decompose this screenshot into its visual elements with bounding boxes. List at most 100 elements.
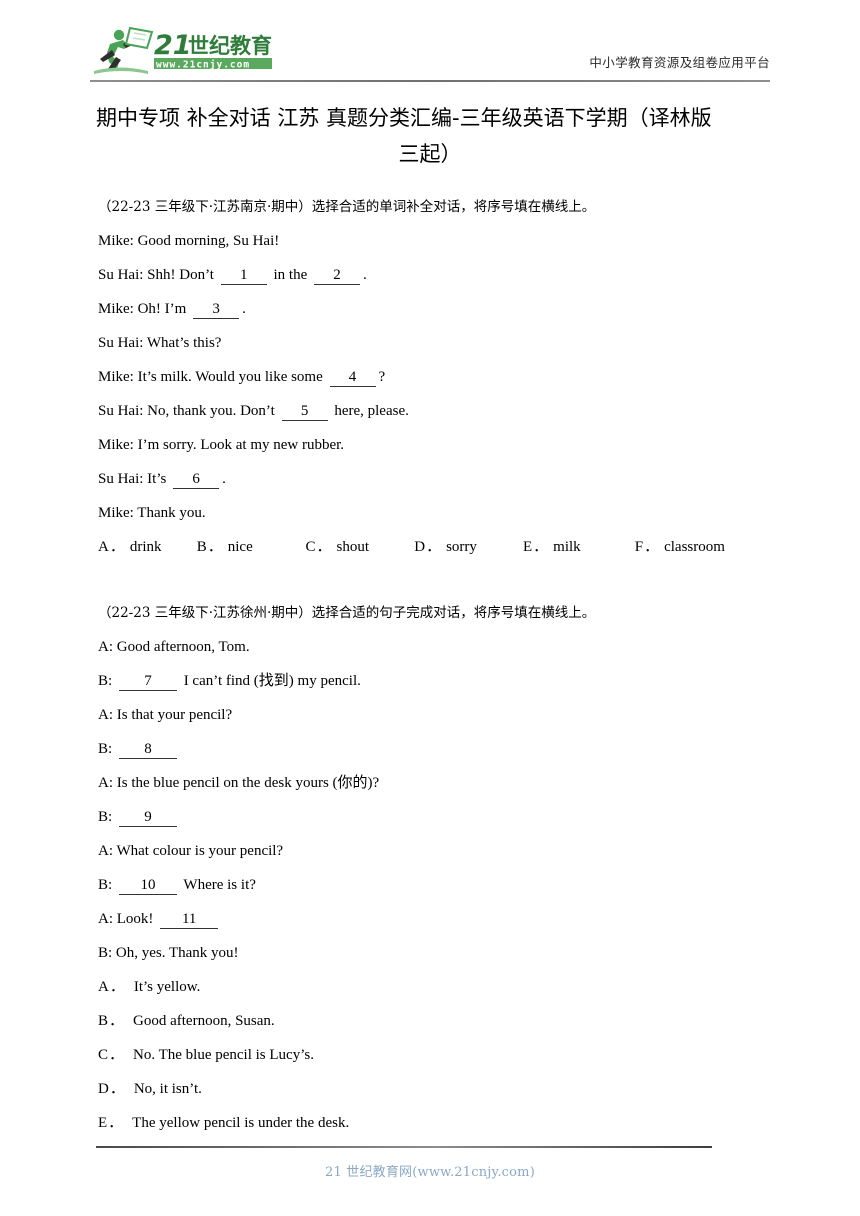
- dialogue-text: here, please.: [334, 403, 409, 419]
- logo-wordmark: 21 世纪教育: [154, 30, 272, 61]
- dialogue-text: .: [242, 301, 246, 317]
- dialogue-line: A: Is that your pencil?: [98, 698, 770, 732]
- svg-text:www.21cnjy.com: www.21cnjy.com: [156, 60, 250, 71]
- site-logo: 21 世纪教育 www.21cnjy.com: [90, 24, 300, 76]
- blank-3[interactable]: 3: [193, 301, 240, 319]
- header-tagline: 中小学教育资源及组卷应用平台: [589, 55, 770, 70]
- option-e[interactable]: E． The yellow pencil is under the desk.: [98, 1106, 770, 1140]
- option-f[interactable]: F． classroom: [635, 530, 725, 564]
- page-title: 期中专项 补全对话 江苏 真题分类汇编-三年级英语下学期（译林版 三起）: [96, 100, 764, 172]
- document-content: （22-23 三年级下·江苏南京·期中）选择合适的单词补全对话，将序号填在横线上…: [98, 190, 770, 1140]
- option-value: Good afternoon, Susan.: [133, 1013, 275, 1029]
- dialogue-line: Su Hai: Shh! Don’t 1 in the 2.: [98, 258, 770, 292]
- option-e[interactable]: E． milk: [523, 530, 631, 564]
- blank-5[interactable]: 5: [281, 403, 328, 421]
- dialogue-text: Mike: It’s milk. Would you like some: [98, 369, 323, 385]
- dialogue-text: B:: [98, 741, 113, 757]
- dialogue-line: Mike: Oh! I’m 3.: [98, 292, 770, 326]
- dialogue-text: Su Hai: What’s this?: [98, 335, 222, 351]
- dialogue-line: B: 9: [98, 800, 770, 834]
- svg-text:21: 21: [154, 30, 192, 61]
- option-b[interactable]: B． Good afternoon, Susan.: [98, 1004, 770, 1038]
- dialogue-text: A: What colour is your pencil?: [98, 843, 284, 859]
- option-value: shout: [336, 539, 370, 555]
- dialogue-line: Su Hai: It’s 6.: [98, 462, 770, 496]
- dialogue-text: A: Is that your pencil?: [98, 707, 233, 723]
- option-key: E．: [523, 539, 550, 555]
- option-value: classroom: [664, 539, 725, 555]
- blank-4[interactable]: 4: [329, 369, 376, 387]
- option-key: E．: [98, 1115, 125, 1131]
- dialogue-text: A: Look!: [98, 911, 154, 927]
- page-title-line1: 期中专项 补全对话 江苏 真题分类汇编-三年级英语下学期（译林版: [96, 106, 712, 130]
- option-b[interactable]: B． nice: [197, 530, 302, 564]
- blank-8[interactable]: 8: [118, 741, 177, 759]
- option-value: It’s yellow.: [133, 979, 201, 995]
- dialogue-text: Mike: Thank you.: [98, 505, 206, 521]
- option-value: The yellow pencil is under the desk.: [132, 1115, 350, 1131]
- dialogue-text: Where is it?: [183, 877, 256, 893]
- option-value: nice: [227, 539, 253, 555]
- dialogue-text: .: [222, 471, 226, 487]
- option-value: No. The blue pencil is Lucy’s.: [133, 1047, 314, 1063]
- option-key: A．: [98, 979, 126, 995]
- option-value: milk: [553, 539, 581, 555]
- option-a[interactable]: A． It’s yellow.: [98, 970, 770, 1004]
- dialogue-text: ?: [378, 369, 386, 385]
- option-c[interactable]: C． No. The blue pencil is Lucy’s.: [98, 1038, 770, 1072]
- dialogue-line: A: Good afternoon, Tom.: [98, 630, 770, 664]
- dialogue-line: B: Oh, yes. Thank you!: [98, 936, 770, 970]
- logo-21cnjy-icon: 21 世纪教育 www.21cnjy.com: [94, 26, 272, 74]
- dialogue-line: B: 10 Where is it?: [98, 868, 770, 902]
- option-key: B．: [196, 539, 224, 555]
- dialogue-text: B:: [98, 809, 113, 825]
- svg-text:世纪教育: 世纪教育: [188, 34, 272, 58]
- dialogue-text: Su Hai: Shh! Don’t: [98, 267, 214, 283]
- dialogue-line: Su Hai: What’s this?: [98, 326, 770, 360]
- dialogue-text: B: Oh, yes. Thank you!: [98, 945, 239, 961]
- option-d[interactable]: D． No, it isn’t.: [98, 1072, 770, 1106]
- dialogue-text: Mike: Good morning, Su Hai!: [98, 233, 280, 249]
- option-c[interactable]: C． shout: [306, 530, 411, 564]
- dialogue-text: Mike: I’m sorry. Look at my new rubber.: [98, 437, 345, 453]
- blank-1[interactable]: 1: [220, 267, 267, 285]
- blank-7[interactable]: 7: [118, 673, 177, 691]
- option-key: D．: [98, 1081, 126, 1097]
- footer-text: 21 世纪教育网(www.21cnjy.com): [324, 1165, 535, 1180]
- dialogue-line: Mike: I’m sorry. Look at my new rubber.: [98, 428, 770, 462]
- option-a[interactable]: A． drink: [98, 530, 193, 564]
- dialogue-line: A: Look! 11: [98, 902, 770, 936]
- option-key: B．: [98, 1013, 126, 1029]
- dialogue-text: Su Hai: No, thank you. Don’t: [98, 403, 275, 419]
- blank-10[interactable]: 10: [118, 877, 177, 895]
- option-key: C．: [305, 539, 333, 555]
- option-key: C．: [98, 1047, 126, 1063]
- option-value: sorry: [446, 539, 477, 555]
- document-page: 21 世纪教育 www.21cnjy.com 中小学教育资源及组卷应用平台 期中…: [0, 0, 860, 1216]
- dialogue-text: A: Good afternoon, Tom.: [98, 639, 250, 655]
- dialogue-line: B: 7 I can’t find (找到) my pencil.: [98, 664, 770, 698]
- dialogue-line: A: Is the blue pencil on the desk yours …: [98, 766, 770, 800]
- question-prompt-1: （22-23 三年级下·江苏南京·期中）选择合适的单词补全对话，将序号填在横线上…: [98, 199, 596, 215]
- dialogue-text: Su Hai: It’s: [98, 471, 167, 487]
- answer-options-inline: A． drink B． nice C． shout D． sorry E． milk F．…: [98, 530, 770, 564]
- option-key: F．: [634, 539, 661, 555]
- question-prompt-2: （22-23 三年级下·江苏徐州·期中）选择合适的句子完成对话，将序号填在横线上…: [98, 605, 596, 621]
- page-header: 21 世纪教育 www.21cnjy.com 中小学教育资源及组卷应用平台: [90, 24, 770, 82]
- dialogue-text: in the: [273, 267, 308, 283]
- blank-2[interactable]: 2: [313, 267, 360, 285]
- dialogue-text: Mike: Oh! I’m: [98, 301, 187, 317]
- dialogue-text: A: Is the blue pencil on the desk yours …: [98, 775, 380, 791]
- blank-9[interactable]: 9: [118, 809, 177, 827]
- dialogue-line: B: 8: [98, 732, 770, 766]
- dialogue-line: Su Hai: No, thank you. Don’t 5 here, ple…: [98, 394, 770, 428]
- option-value: drink: [129, 539, 162, 555]
- logo-url: www.21cnjy.com: [154, 58, 272, 71]
- dialogue-line: A: What colour is your pencil?: [98, 834, 770, 868]
- runner-icon: [94, 26, 154, 74]
- blank-6[interactable]: 6: [173, 471, 220, 489]
- dialogue-line: Mike: Thank you.: [98, 496, 770, 530]
- blank-11[interactable]: 11: [160, 911, 219, 929]
- option-d[interactable]: D． sorry: [414, 530, 519, 564]
